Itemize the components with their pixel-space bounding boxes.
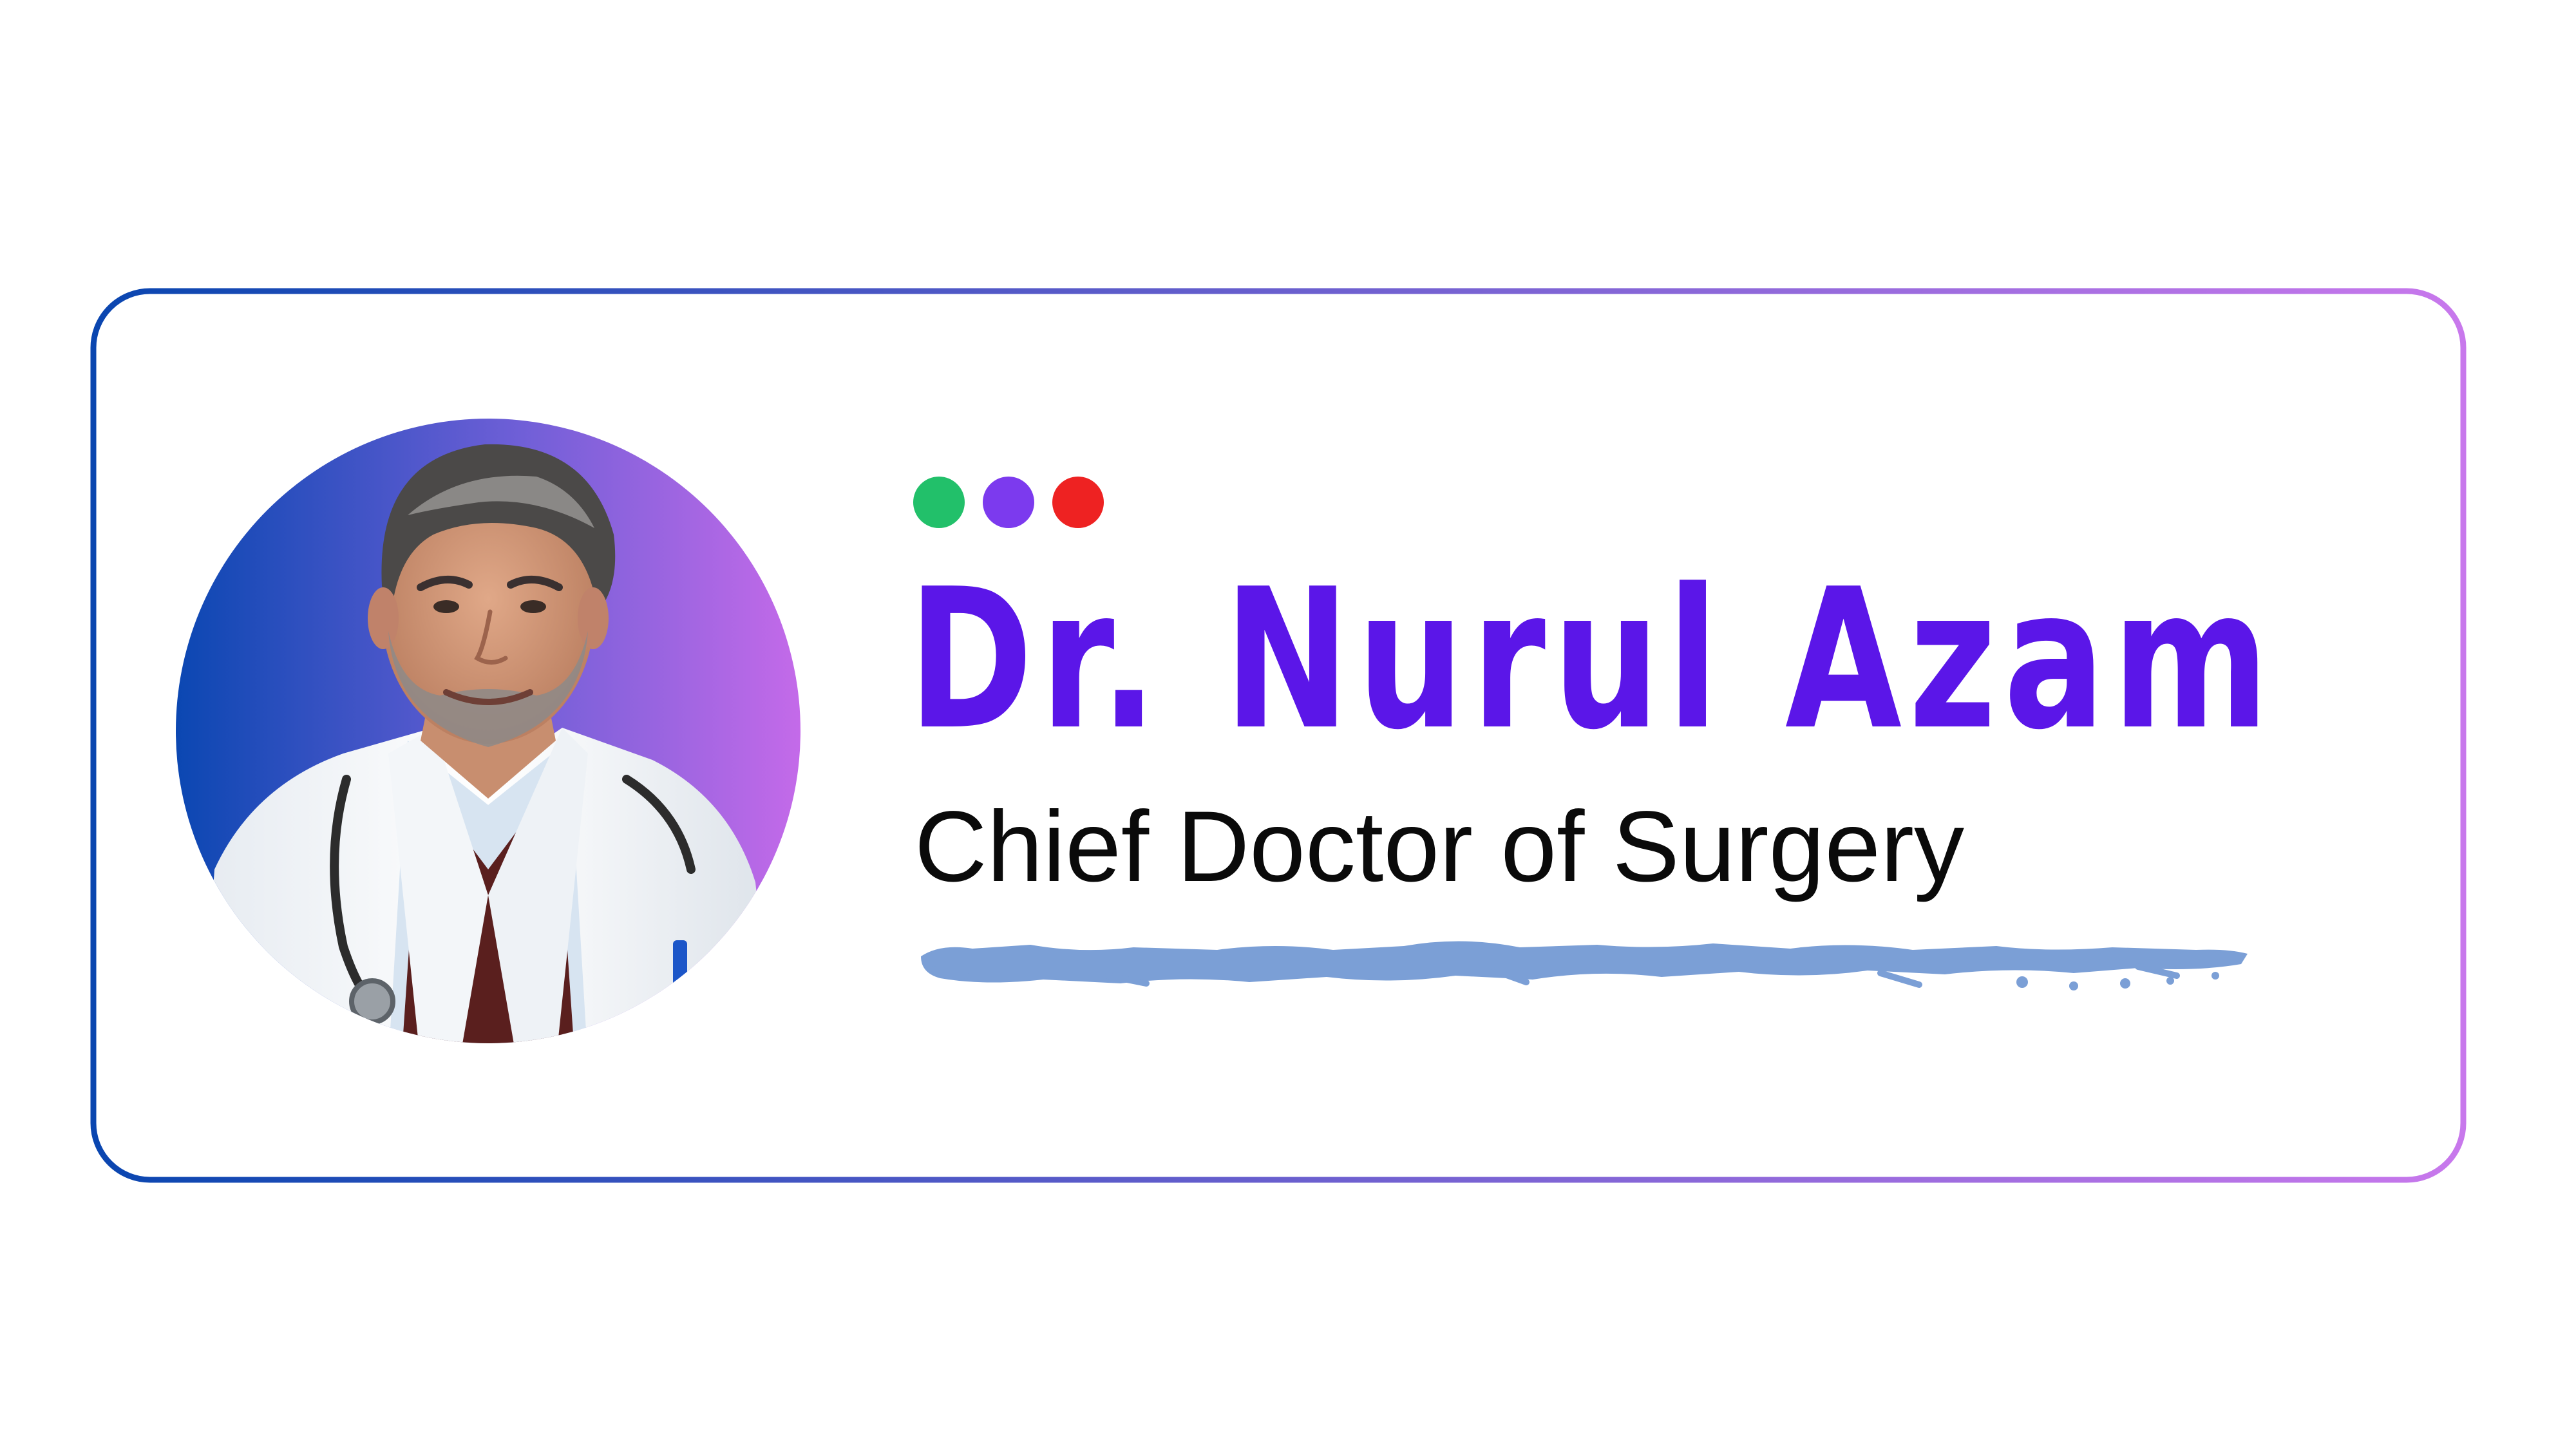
green-dot-icon xyxy=(913,477,965,528)
doctor-name: Dr. Nurul Azam xyxy=(908,547,2277,772)
doctor-portrait xyxy=(176,419,800,1043)
doctor-title: Chief Doctor of Surgery xyxy=(914,791,1965,903)
red-dot-icon xyxy=(1052,477,1104,528)
profile-card-canvas: Dr. Nurul Azam Chief Doctor of Surgery xyxy=(0,0,2576,1449)
purple-dot-icon xyxy=(983,477,1034,528)
decorative-dots xyxy=(913,477,1104,528)
brush-stroke-underline xyxy=(921,941,2248,990)
